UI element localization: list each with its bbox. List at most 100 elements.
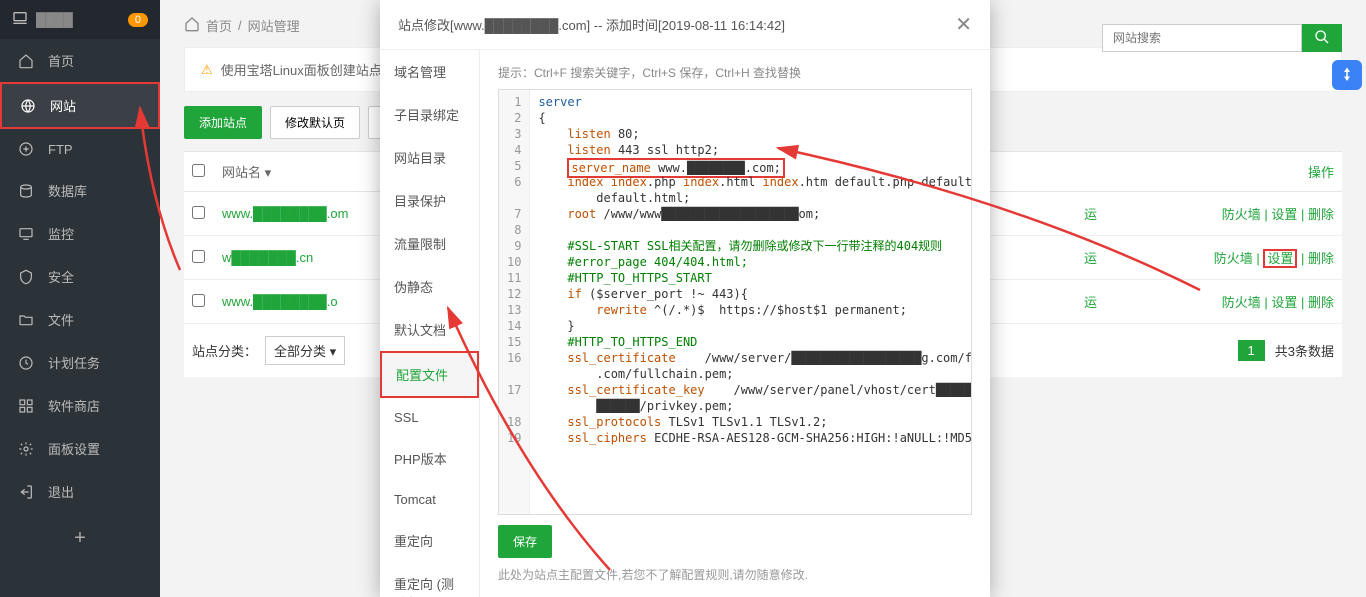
globe-icon — [20, 98, 38, 114]
breadcrumb-home[interactable]: 首页 — [206, 16, 232, 35]
filter-label: 站点分类： — [192, 341, 257, 360]
status-cell: 运 — [1084, 292, 1184, 311]
select-all-checkbox[interactable] — [192, 164, 205, 177]
pagination: 1 共3条数据 — [1238, 340, 1334, 361]
firewall-link[interactable]: 防火墙 — [1222, 295, 1261, 310]
sidebar-item-apps[interactable]: 软件商店 — [0, 384, 160, 427]
modal-nav-item[interactable]: 目录保护 — [380, 179, 479, 222]
modal-nav-item[interactable]: 重定向 (测试版) — [380, 562, 479, 597]
search-box — [1102, 24, 1342, 52]
laptop-icon — [12, 10, 28, 29]
folder-icon — [18, 312, 36, 328]
notification-badge[interactable]: 0 — [128, 13, 148, 27]
delete-link[interactable]: 删除 — [1308, 295, 1334, 310]
monitor-icon — [18, 226, 36, 242]
modal-nav-item[interactable]: Tomcat — [380, 480, 479, 519]
sidebar-item-ftp[interactable]: FTP — [0, 129, 160, 169]
database-icon — [18, 183, 36, 199]
firewall-link[interactable]: 防火墙 — [1214, 251, 1253, 266]
actions-cell: 防火墙 | 设置 | 删除 — [1184, 248, 1334, 267]
modal-nav-item[interactable]: 网站目录 — [380, 136, 479, 179]
modal-nav-item[interactable]: 重定向 — [380, 519, 479, 562]
sidebar-item-logout[interactable]: 退出 — [0, 470, 160, 513]
modal-nav-item[interactable]: SSL — [380, 398, 479, 437]
sidebar-item-label: 网站 — [50, 96, 76, 115]
hint-text: 提示：Ctrl+F 搜索关键字，Ctrl+S 保存，Ctrl+H 查找替换 — [498, 64, 972, 81]
settings-link[interactable]: 设置 — [1271, 207, 1297, 222]
settings-link[interactable]: 设置 — [1271, 295, 1297, 310]
site-name-link[interactable]: www.████████.om — [222, 206, 348, 221]
sidebar-item-shield[interactable]: 安全 — [0, 255, 160, 298]
sidebar-item-database[interactable]: 数据库 — [0, 169, 160, 212]
sidebar-item-label: 退出 — [48, 482, 74, 501]
sidebar: ████ 0 首页网站 FTP 数据库监控安全文件计划任务软件商店面板设置退出 + — [0, 0, 160, 597]
firewall-link[interactable]: 防火墙 — [1222, 207, 1261, 222]
sidebar-title: ████ — [36, 12, 73, 27]
modal-nav-item[interactable]: 域名管理 — [380, 50, 479, 93]
delete-link[interactable]: 删除 — [1308, 207, 1334, 222]
sidebar-item-folder[interactable]: 文件 — [0, 298, 160, 341]
line-gutter: 123456 78910111213141516 17 1819 — [499, 90, 530, 514]
row-checkbox[interactable] — [192, 206, 205, 219]
save-button[interactable]: 保存 — [498, 525, 552, 558]
sidebar-item-label: 软件商店 — [48, 396, 100, 415]
code-lines[interactable]: server{ listen 80; listen 443 ssl http2;… — [530, 90, 972, 514]
breadcrumb-sep: / — [238, 18, 242, 33]
sidebar-item-clock[interactable]: 计划任务 — [0, 341, 160, 384]
modal-nav-item[interactable]: 配置文件 — [380, 351, 479, 398]
search-button[interactable] — [1302, 24, 1342, 52]
breadcrumb-current: 网站管理 — [248, 16, 300, 35]
warning-icon: ⚠ — [201, 62, 213, 78]
sidebar-item-globe[interactable]: 网站 — [0, 82, 160, 129]
site-name-link[interactable]: www.████████.o — [222, 294, 338, 309]
row-checkbox[interactable] — [192, 250, 205, 263]
site-name-link[interactable]: w███████.cn — [222, 250, 313, 265]
sidebar-item-home[interactable]: 首页 — [0, 39, 160, 82]
modal-nav-item[interactable]: 流量限制 — [380, 222, 479, 265]
home-icon — [18, 53, 36, 69]
status-cell: 运 — [1084, 248, 1184, 267]
actions-cell: 防火墙 | 设置 | 删除 — [1184, 292, 1334, 311]
site-edit-modal: 站点修改[www.████████.com] -- 添加时间[2019-08-1… — [380, 0, 990, 597]
sidebar-item-label: 数据库 — [48, 181, 87, 200]
sort-icon: ▾ — [265, 165, 272, 180]
settings-link[interactable]: 设置 — [1263, 249, 1297, 268]
total-count: 共3条数据 — [1275, 341, 1334, 360]
modify-default-button[interactable]: 修改默认页 — [270, 106, 360, 139]
modal-title: 站点修改[www.████████.com] -- 添加时间[2019-08-1… — [398, 15, 785, 34]
row-checkbox[interactable] — [192, 294, 205, 307]
sidebar-add[interactable]: + — [0, 513, 160, 564]
home-icon — [184, 16, 200, 35]
modal-nav-item[interactable]: PHP版本 — [380, 437, 479, 480]
col-ops-header: 操作 — [1184, 162, 1334, 181]
modal-nav-item[interactable]: 默认文档 — [380, 308, 479, 351]
close-icon[interactable]: ✕ — [955, 12, 972, 37]
sidebar-item-label: 计划任务 — [48, 353, 100, 372]
warning-text: 使用宝塔Linux面板创建站点 — [221, 60, 382, 79]
sidebar-item-monitor[interactable]: 监控 — [0, 212, 160, 255]
sidebar-header: ████ 0 — [0, 0, 160, 39]
sidebar-item-label: 安全 — [48, 267, 74, 286]
sidebar-item-label: FTP — [48, 142, 73, 157]
sidebar-item-gear[interactable]: 面板设置 — [0, 427, 160, 470]
code-editor[interactable]: 123456 78910111213141516 17 1819 server{… — [498, 89, 972, 515]
actions-cell: 防火墙 | 设置 | 删除 — [1184, 204, 1334, 223]
chevron-down-icon: ▾ — [330, 344, 337, 359]
modal-content: 提示：Ctrl+F 搜索关键字，Ctrl+S 保存，Ctrl+H 查找替换 12… — [480, 50, 990, 597]
sidebar-item-label: 监控 — [48, 224, 74, 243]
sidebar-item-label: 面板设置 — [48, 439, 100, 458]
page-number[interactable]: 1 — [1238, 340, 1265, 361]
modal-nav-item[interactable]: 伪静态 — [380, 265, 479, 308]
note-text: 此处为站点主配置文件,若您不了解配置规则,请勿随意修改. — [498, 566, 972, 583]
shield-icon — [18, 269, 36, 285]
delete-link[interactable]: 删除 — [1308, 251, 1334, 266]
category-select[interactable]: 全部分类 ▾ — [265, 336, 345, 365]
search-input[interactable] — [1102, 24, 1302, 52]
float-help-icon[interactable] — [1332, 60, 1362, 90]
gear-icon — [18, 441, 36, 457]
ftp-icon — [18, 141, 36, 157]
add-site-button[interactable]: 添加站点 — [184, 106, 262, 139]
sidebar-item-label: 首页 — [48, 51, 74, 70]
apps-icon — [18, 398, 36, 414]
modal-nav-item[interactable]: 子目录绑定 — [380, 93, 479, 136]
